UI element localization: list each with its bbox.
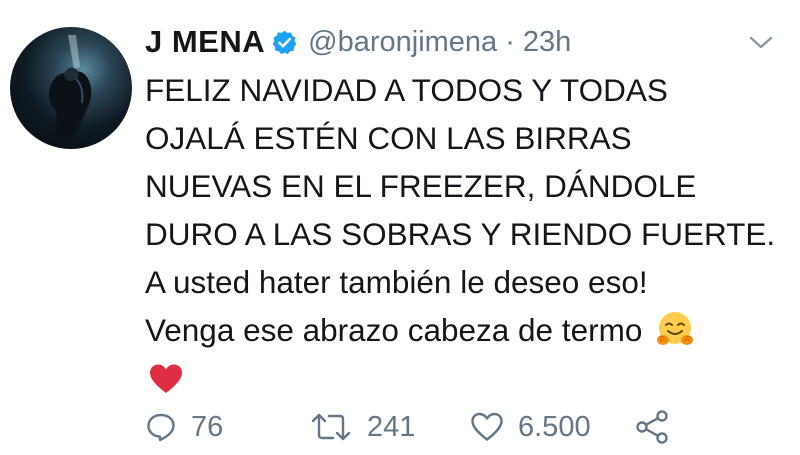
like-count: 6.500: [518, 410, 591, 443]
user-handle[interactable]: @baronjimena: [308, 26, 497, 59]
verified-badge-icon: [271, 29, 298, 56]
tweet-text-line-with-emoji: Venga ese abrazo cabeza de termo: [145, 306, 790, 354]
tweet-actions: 76 241 6.500: [145, 405, 685, 449]
tweet-text-line: A usted hater también le deseo eso!: [145, 264, 648, 300]
tweet-text-line: [145, 354, 790, 402]
avatar[interactable]: [10, 27, 132, 149]
tweet-text: FELIZ NAVIDAD A TODOS Y TODAS OJALÁ ESTÉ…: [145, 66, 790, 402]
reply-button[interactable]: 76: [145, 405, 223, 449]
header-separator: ·: [505, 25, 515, 58]
like-button[interactable]: 6.500: [470, 405, 591, 449]
tweet-card: J MENA @baronjimena · 23h FELIZ NAVIDAD …: [0, 0, 800, 455]
share-button[interactable]: [635, 405, 671, 449]
tweet-text-line: FELIZ NAVIDAD A TODOS Y TODAS: [145, 72, 668, 108]
tweet-text-line: Venga ese abrazo cabeza de termo: [145, 312, 643, 348]
hugging-face-emoji-icon: [655, 309, 695, 349]
retweet-count: 241: [367, 410, 416, 443]
reply-icon: [147, 413, 175, 442]
share-icon: [636, 410, 668, 444]
like-icon: [471, 412, 503, 441]
chevron-down-icon[interactable]: [748, 34, 774, 52]
tweet-header: J MENA @baronjimena · 23h: [145, 22, 571, 62]
avatar-image: [48, 35, 92, 139]
tweet-text-line: DURO A LAS SOBRAS Y RIENDO FUERTE.: [145, 216, 776, 252]
tweet-text-line: OJALÁ ESTÉN CON LAS BIRRAS: [145, 120, 632, 156]
retweet-button[interactable]: 241: [309, 405, 415, 449]
display-name[interactable]: J MENA: [145, 24, 265, 60]
reply-count: 76: [191, 410, 224, 443]
retweet-icon: [311, 413, 351, 441]
tweet-text-line: NUEVAS EN EL FREEZER, DÁNDOLE: [145, 168, 697, 204]
red-heart-emoji-icon: [149, 363, 183, 395]
tweet-timestamp[interactable]: 23h: [523, 26, 571, 59]
